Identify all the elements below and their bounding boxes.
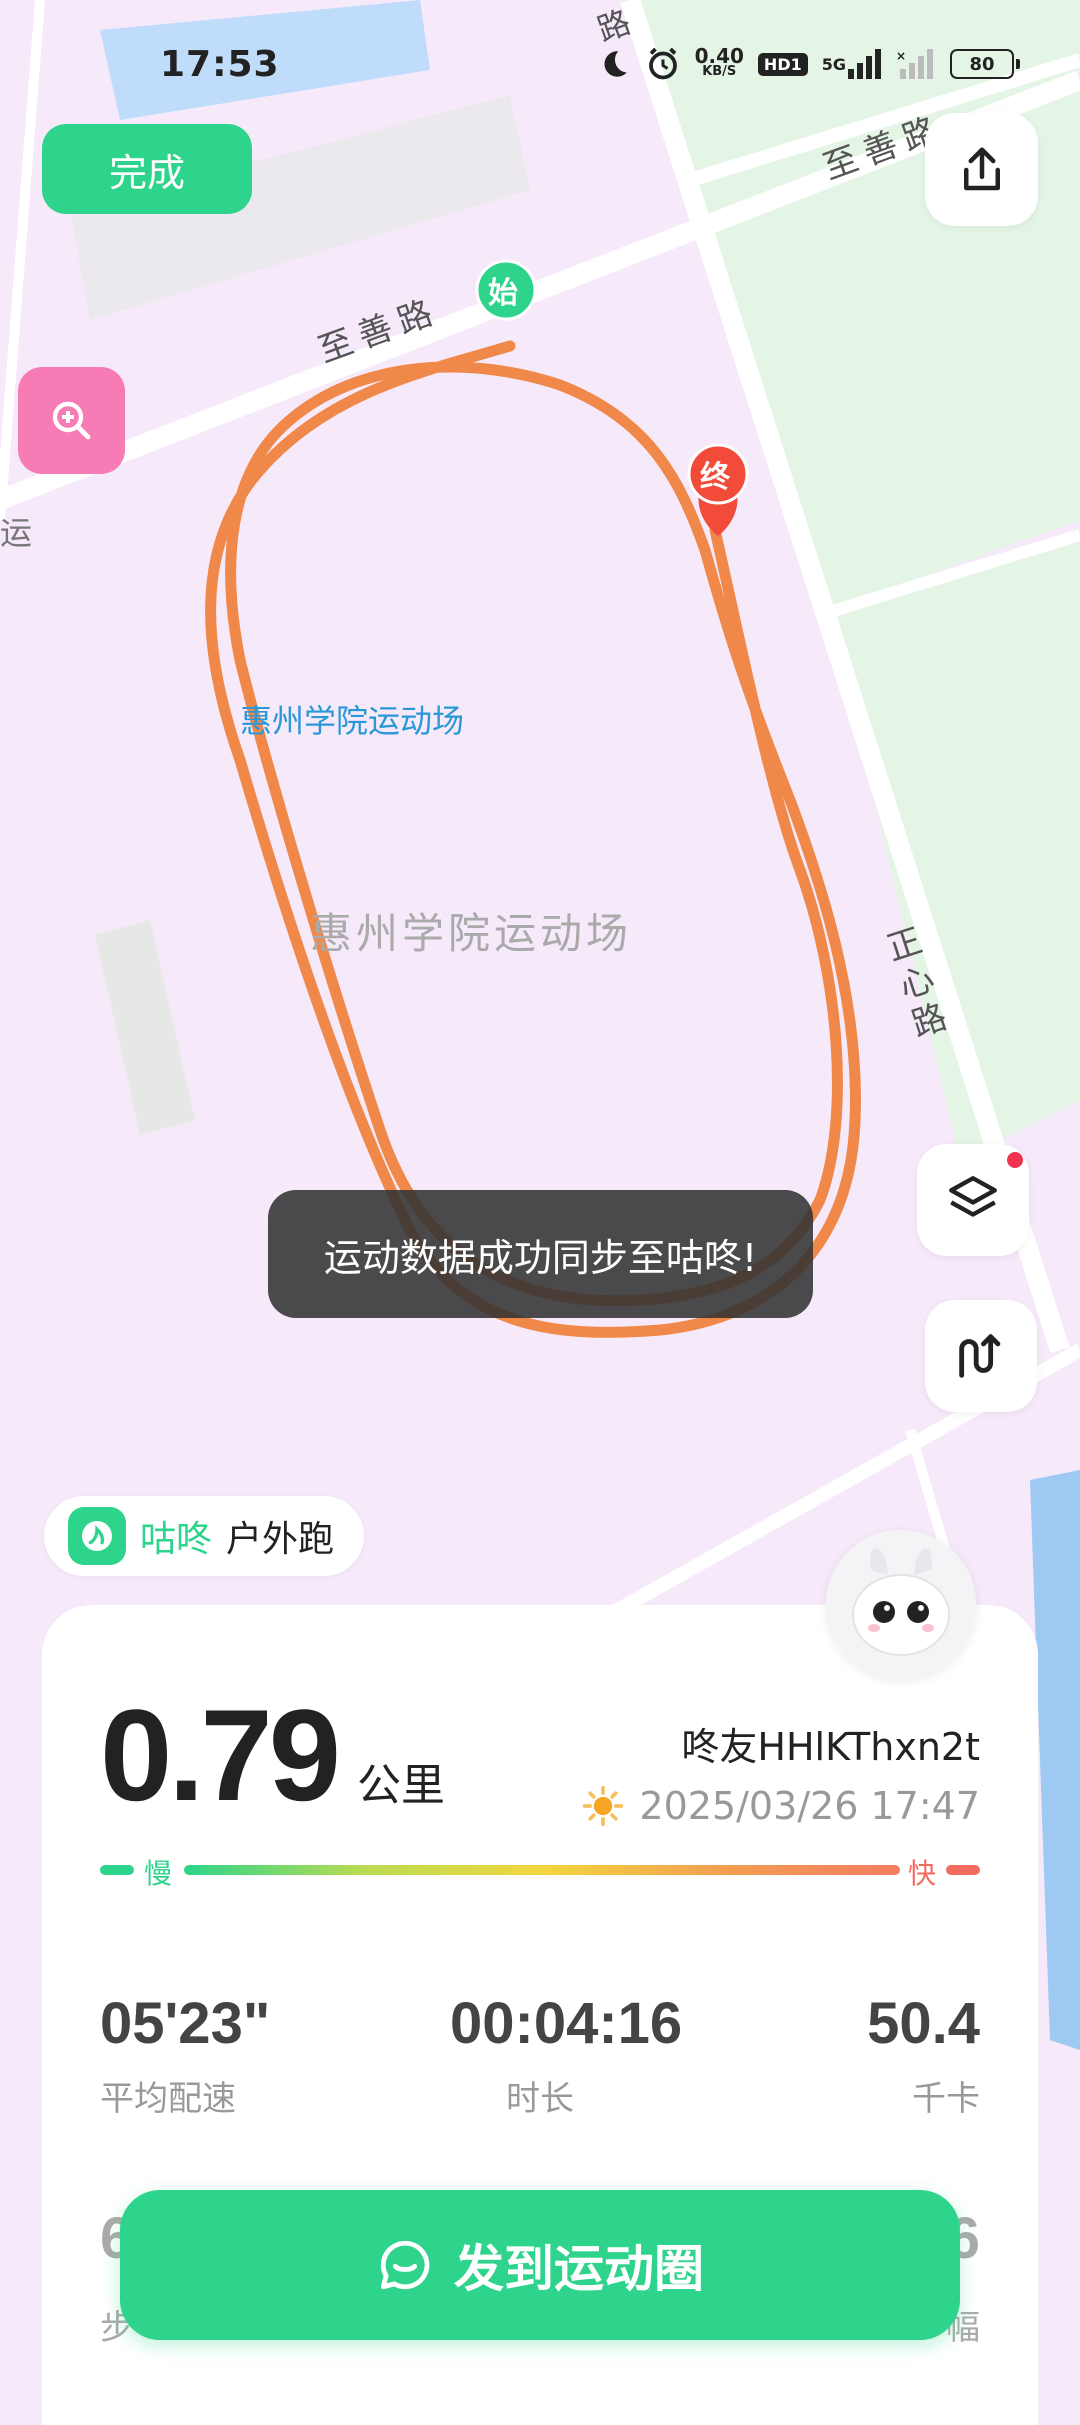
status-icons: 0.40 KB/S HD1 5G × 80 (597, 44, 1020, 84)
start-marker-label: 始 (488, 276, 518, 311)
slow-label: 慢 (144, 1857, 173, 1890)
done-button[interactable]: 完成 (42, 124, 252, 214)
workout-datetime: 2025/03/26 17:47 (581, 1784, 980, 1828)
alarm-icon (645, 46, 681, 82)
avatar[interactable] (826, 1530, 976, 1680)
share-button[interactable] (925, 113, 1038, 226)
status-bar: 17:53 0.40 KB/S HD1 5G × 80 (0, 0, 1080, 130)
poi-label-area: 惠州学院运动场 (310, 909, 633, 958)
signal-5g-icon: 5G (822, 49, 882, 79)
share-icon (963, 147, 1000, 190)
distance-unit: 公里 (357, 1760, 446, 1811)
stat-avg-pace: 05'23" 平均配速 (100, 1991, 271, 2119)
chat-bubble-icon (380, 2240, 430, 2290)
stat-calories: 50.4 千卡 (867, 1991, 980, 2119)
codoon-logo-icon (68, 1507, 126, 1565)
magnifier-plus-icon (52, 401, 90, 439)
signal-weak-icon: × (896, 49, 936, 79)
route-replay-button[interactable] (925, 1300, 1037, 1412)
end-marker-label: 终 (700, 460, 730, 495)
brand-name: 咕咚 (140, 1519, 213, 1560)
username: 咚友HHlKThxn2t (681, 1725, 980, 1769)
poi-label: 惠州学院运动场 (240, 702, 465, 740)
hd-badge: HD1 (757, 52, 808, 76)
pace-color-legend: 慢 快 (100, 1857, 980, 1890)
sun-icon (583, 1785, 624, 1827)
app-brand-chip: 咕咚 户外跑 (44, 1496, 365, 1576)
net-speed: 0.40 KB/S (694, 44, 744, 79)
battery-icon: 80 (950, 49, 1020, 79)
notification-dot (1007, 1152, 1023, 1168)
sport-type: 户外跑 (226, 1519, 335, 1560)
map-layers-button[interactable] (917, 1144, 1029, 1256)
moon-icon (597, 47, 631, 81)
post-button-label: 发到运动圈 (454, 2240, 704, 2298)
distance-value: 0.79 (100, 1682, 341, 1828)
svg-text:×: × (896, 49, 906, 63)
edge-label: 运 (0, 514, 33, 552)
post-to-feed-button[interactable]: 发到运动圈 (120, 2190, 960, 2340)
distance-display: 0.79 公里 (100, 1680, 445, 1830)
sync-toast: 运动数据成功同步至咕咚! (268, 1190, 813, 1318)
route-wave-icon (959, 1334, 1001, 1378)
fast-label: 快 (908, 1857, 937, 1890)
layers-icon (949, 1176, 997, 1217)
status-time: 17:53 (160, 44, 280, 85)
stat-duration: 00:04:16 时长 (450, 1991, 683, 2119)
zoom-button[interactable] (18, 367, 125, 474)
